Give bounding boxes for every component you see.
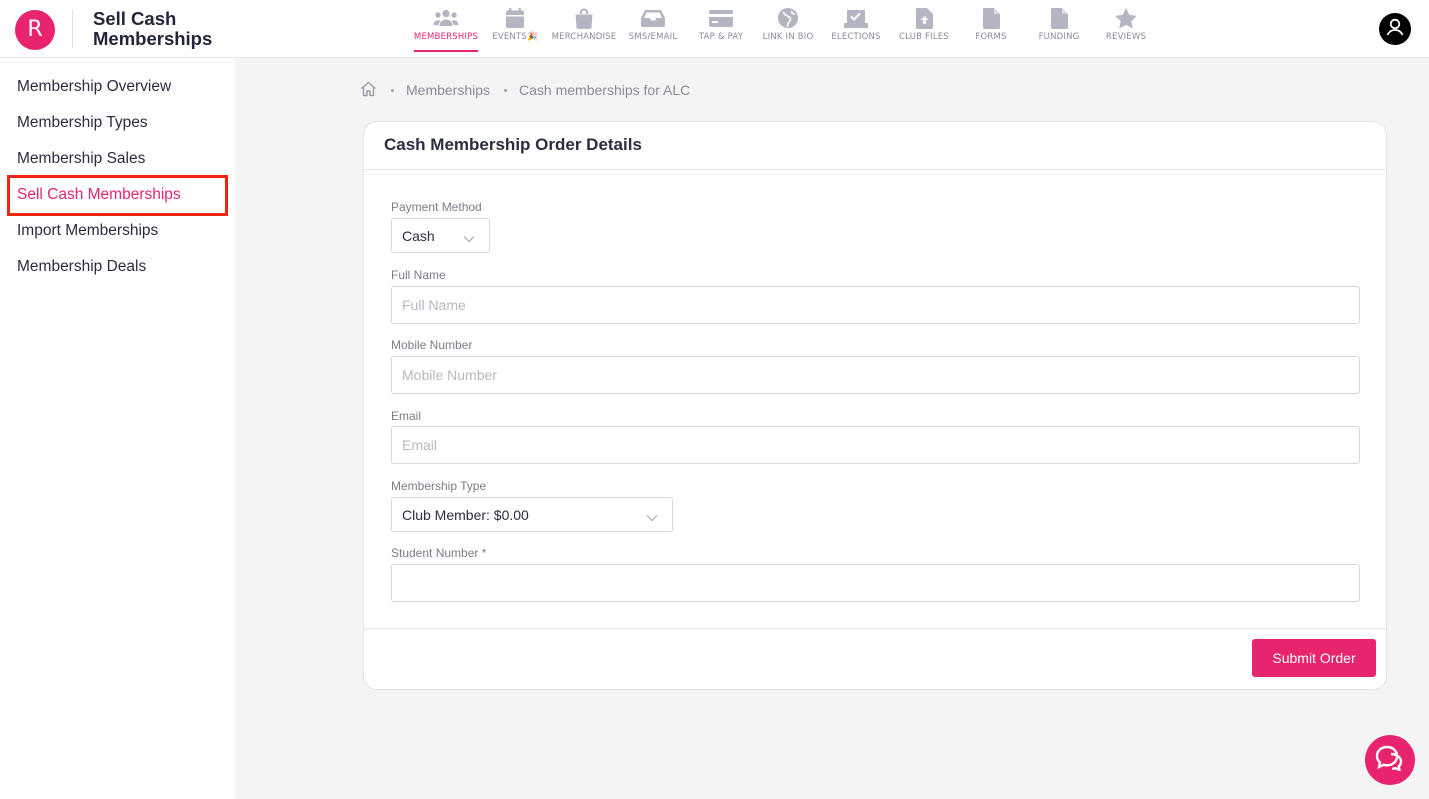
selection-highlight-box [7, 175, 228, 216]
chevron-down-icon [646, 509, 658, 525]
home-icon[interactable] [360, 81, 377, 100]
nav-label: LINK IN BIO [762, 32, 814, 42]
nav-funding[interactable]: FUNDING [1028, 0, 1090, 58]
sidebar-item-membership-types[interactable]: Membership Types [17, 114, 148, 132]
nav-label: MEMBERSHIPS [413, 32, 479, 42]
nav-label: REVIEWS [1105, 32, 1147, 42]
breadcrumb-current: Cash memberships for ALC [519, 82, 691, 98]
membership-type-value: Club Member: $0.00 [402, 506, 529, 523]
payment-method-select[interactable]: Cash [391, 218, 490, 253]
nav-memberships[interactable]: MEMBERSHIPS [410, 0, 482, 58]
payment-method-value: Cash [402, 227, 435, 244]
card-divider [364, 169, 1386, 170]
sidebar-item-membership-deals[interactable]: Membership Deals [17, 258, 146, 276]
nav-tap-pay[interactable]: TAP & PAY [690, 0, 752, 58]
breadcrumb-separator [391, 88, 394, 92]
nav-label: MERCHANDISE [551, 32, 617, 42]
page-title: Sell Cash Memberships [93, 8, 213, 49]
credit-card-icon [708, 6, 734, 30]
breadcrumb: Memberships Cash memberships for ALC [360, 80, 690, 100]
form-icon [978, 6, 1004, 30]
nav-label: FORMS [975, 32, 1007, 42]
chat-bubble-icon [1375, 745, 1405, 776]
payment-method-label: Payment Method [391, 200, 482, 214]
funding-file-icon [1046, 6, 1072, 30]
logo-divider [72, 10, 73, 48]
app-logo[interactable]: R [15, 10, 55, 50]
nav-events[interactable]: EVENTS🎉 [484, 0, 546, 58]
nav-label: SMS/EMAIL [628, 32, 678, 42]
nav-forms[interactable]: FORMS [962, 0, 1020, 58]
globe-icon [775, 6, 801, 30]
nav-sms-email[interactable]: SMS/EMAIL [622, 0, 684, 58]
nav-merchandise[interactable]: MERCHANDISE [550, 0, 618, 58]
mobile-number-label: Mobile Number [391, 338, 473, 352]
file-upload-icon [911, 6, 937, 30]
user-icon [1384, 16, 1406, 43]
sidebar-item-membership-overview[interactable]: Membership Overview [17, 78, 171, 96]
shopping-bag-icon [571, 6, 597, 30]
nav-label: CLUB FILES [899, 32, 949, 42]
full-name-label: Full Name [391, 268, 446, 282]
users-icon [433, 6, 459, 30]
chevron-down-icon [463, 230, 475, 246]
student-number-label: Student Number * [391, 546, 487, 560]
membership-type-label: Membership Type [391, 479, 487, 493]
nav-elections[interactable]: ELECTIONS [824, 0, 888, 58]
vote-icon [843, 6, 869, 30]
user-avatar[interactable] [1379, 13, 1411, 45]
card-footer-divider [364, 628, 1386, 629]
nav-label: TAP & PAY [698, 32, 744, 42]
sidebar-item-membership-sales[interactable]: Membership Sales [17, 150, 145, 168]
nav-label: FUNDING [1038, 32, 1080, 42]
inbox-icon [640, 6, 666, 30]
email-input[interactable] [391, 426, 1360, 464]
email-label: Email [391, 409, 422, 423]
nav-club-files[interactable]: CLUB FILES [892, 0, 956, 58]
breadcrumb-memberships[interactable]: Memberships [406, 82, 490, 98]
order-details-card: Cash Membership Order Details Payment Me… [363, 121, 1387, 690]
sidebar-item-import-memberships[interactable]: Import Memberships [17, 222, 158, 240]
card-title: Cash Membership Order Details [384, 135, 642, 154]
full-name-input[interactable] [391, 286, 1360, 324]
calendar-icon [502, 6, 528, 30]
student-number-input[interactable] [391, 564, 1360, 602]
top-header: R Sell Cash Memberships MEMBERSHIPS EVEN… [0, 0, 1429, 58]
nav-link-in-bio[interactable]: LINK IN BIO [756, 0, 820, 58]
star-icon [1113, 6, 1139, 30]
nav-label: EVENTS🎉 [492, 32, 538, 42]
submit-order-button[interactable]: Submit Order [1252, 639, 1376, 677]
membership-type-select[interactable]: Club Member: $0.00 [391, 497, 673, 532]
chat-launcher-button[interactable] [1365, 735, 1415, 785]
nav-reviews[interactable]: REVIEWS [1096, 0, 1156, 58]
active-underline [414, 50, 478, 52]
breadcrumb-separator [504, 88, 508, 92]
mobile-number-input[interactable] [391, 356, 1360, 394]
nav-label: ELECTIONS [831, 32, 881, 42]
party-popper-icon: 🎉 [526, 32, 538, 42]
sidebar: Membership Overview Membership Types Mem… [0, 58, 235, 799]
